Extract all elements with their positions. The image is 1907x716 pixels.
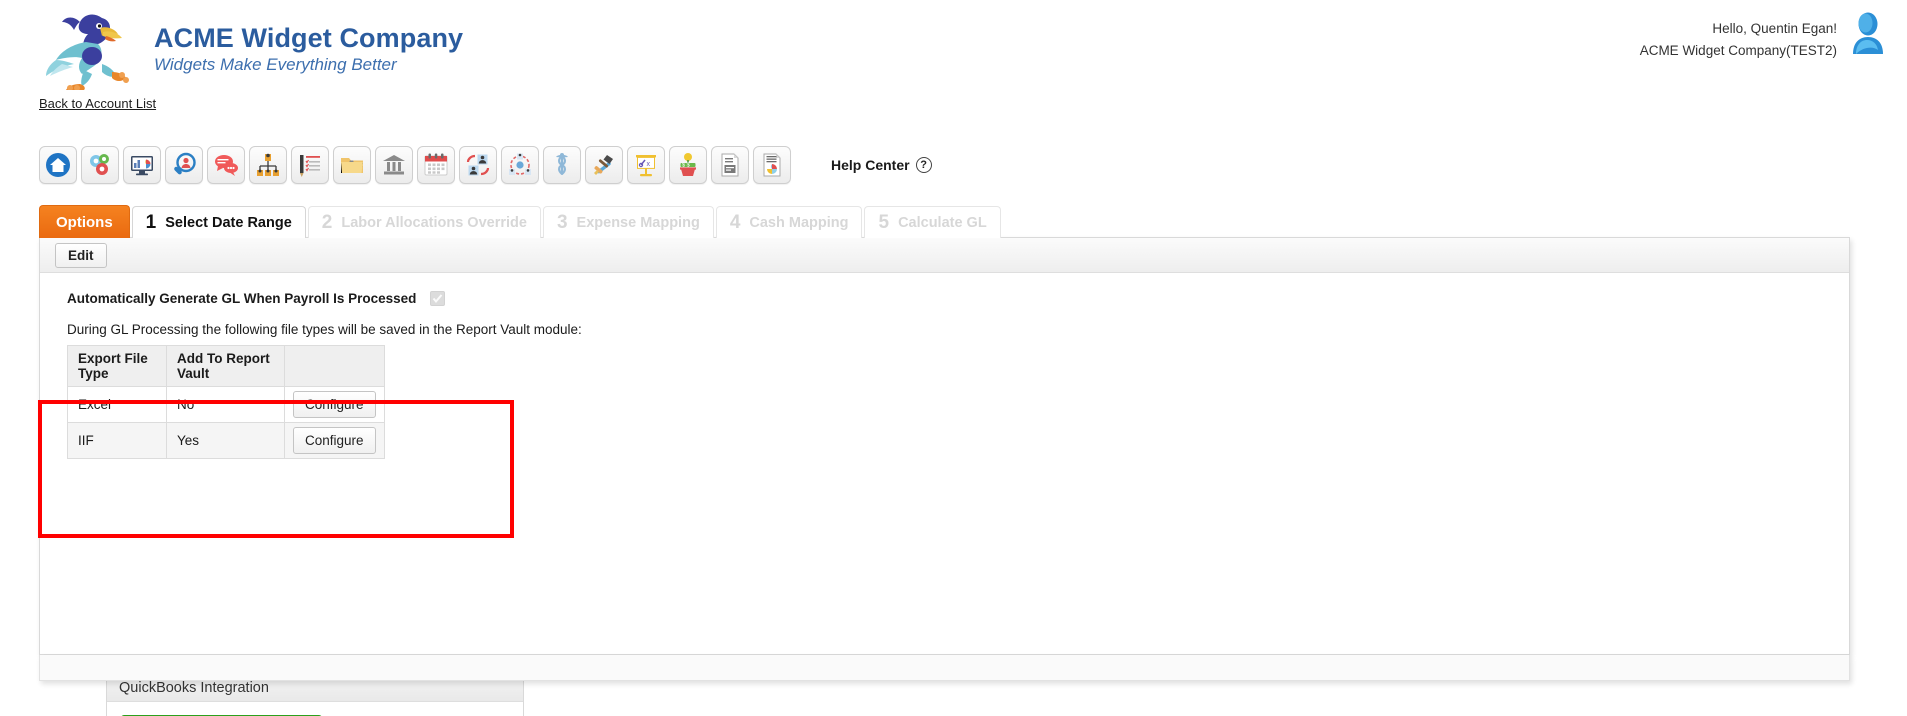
tab-step-2-number: 2 <box>321 211 333 233</box>
company-setup-gears-icon[interactable] <box>81 146 119 184</box>
column-header-export-file-type: Export File Type <box>67 345 167 387</box>
cell-action: Configure <box>284 386 385 423</box>
brand-text: ACME Widget Company Widgets Make Everyth… <box>154 22 463 76</box>
tab-step-2-label: Labor Allocations Override <box>341 214 527 231</box>
messages-chat-icon[interactable] <box>207 146 245 184</box>
svg-text:x: x <box>647 161 651 168</box>
cell-add-to-vault: No <box>166 386 285 423</box>
team-network-icon[interactable] <box>501 146 539 184</box>
tab-step-4-label: Cash Mapping <box>749 214 849 231</box>
tab-step-2: 2 Labor Allocations Override <box>307 206 541 238</box>
configure-excel-button[interactable]: Configure <box>293 391 376 418</box>
tab-step-5: 5 Calculate GL <box>864 206 1001 238</box>
help-center-label: Help Center <box>831 157 910 173</box>
tab-step-1-label: Select Date Range <box>165 214 292 231</box>
table-row: Excel No Configure <box>67 386 385 423</box>
cell-file-type: Excel <box>67 386 167 423</box>
tab-step-1[interactable]: 1 Select Date Range <box>131 206 306 238</box>
employee-search-icon[interactable] <box>165 146 203 184</box>
options-panel: Edit Automatically Generate GL When Payr… <box>39 237 1850 716</box>
presentation-board-icon[interactable]: x <box>627 146 665 184</box>
panel-footer-strip <box>39 655 1850 681</box>
cell-add-to-vault: Yes <box>166 422 285 459</box>
tab-options-label: Options <box>56 213 113 231</box>
user-avatar-icon[interactable] <box>1849 12 1887 54</box>
benefits-caduceus-icon[interactable] <box>543 146 581 184</box>
table-header-row: Export File Type Add To Report Vault <box>67 345 385 387</box>
tab-step-1-number: 1 <box>145 211 157 233</box>
bank-icon[interactable] <box>375 146 413 184</box>
money-plant-icon[interactable]: $ $ <box>669 146 707 184</box>
wizard-tabs: Options 1 Select Date Range 2 Labor Allo… <box>39 205 1003 238</box>
tab-options[interactable]: Options <box>39 205 130 238</box>
column-header-add-to-report-vault: Add To Report Vault <box>166 345 285 387</box>
table-row: IIF Yes Configure <box>67 422 385 459</box>
company-title: ACME Widget Company <box>154 23 464 53</box>
auto-generate-gl-checkbox <box>430 291 446 306</box>
tools-hammer-icon[interactable] <box>585 146 623 184</box>
brand-logo: ACME Widget Company Widgets Make Everyth… <box>40 8 463 90</box>
user-info: Hello, Quentin Egan! ACME Widget Company… <box>1640 12 1887 62</box>
question-mark-icon[interactable]: ? <box>915 157 932 173</box>
document-report-icon[interactable] <box>711 146 749 184</box>
tab-step-5-number: 5 <box>878 211 890 233</box>
tab-step-3: 3 Expense Mapping <box>542 206 714 238</box>
org-chart-icon[interactable] <box>249 146 287 184</box>
cell-file-type: IIF <box>67 422 167 459</box>
tab-step-4: 4 Cash Mapping <box>715 206 863 238</box>
roadrunner-bird-logo <box>46 14 129 90</box>
page-header: ACME Widget Company Widgets Make Everyth… <box>0 0 1907 112</box>
panel-body: Automatically Generate GL When Payroll I… <box>40 273 1849 716</box>
home-icon[interactable] <box>39 146 77 184</box>
analytics-report-icon[interactable] <box>753 146 791 184</box>
help-center[interactable]: Help Center ? <box>831 157 932 173</box>
calendar-icon[interactable] <box>417 146 455 184</box>
back-to-account-list-link[interactable]: Back to Account List <box>39 96 156 111</box>
export-file-types-table: Export File Type Add To Report Vault Exc… <box>67 345 385 459</box>
account-name-text: ACME Widget Company(TEST2) <box>1639 43 1837 58</box>
auto-generate-gl-label: Automatically Generate GL When Payroll I… <box>67 291 417 306</box>
module-toolbar: x $ $ Help Center ? <box>39 146 932 184</box>
configure-iif-button[interactable]: Configure <box>293 427 376 454</box>
tab-step-5-label: Calculate GL <box>898 214 987 231</box>
panel-toolbar: Edit <box>40 238 1849 273</box>
checklist-pen-icon[interactable] <box>291 146 329 184</box>
gl-processing-note: During GL Processing the following file … <box>67 322 582 337</box>
tab-step-4-number: 4 <box>729 211 741 233</box>
employee-exchange-icon[interactable] <box>459 146 497 184</box>
folder-briefcase-icon[interactable] <box>333 146 371 184</box>
tab-step-3-number: 3 <box>556 211 568 233</box>
app-page: ACME Widget Company Widgets Make Everyth… <box>0 0 1907 716</box>
column-header-actions <box>284 345 385 387</box>
tab-step-3-label: Expense Mapping <box>576 214 700 231</box>
company-tagline: Widgets Make Everything Better <box>154 55 397 74</box>
edit-button[interactable]: Edit <box>55 242 107 268</box>
cell-action: Configure <box>284 422 385 459</box>
greeting-text: Hello, Quentin Egan! <box>1712 21 1837 36</box>
dashboard-chart-monitor-icon[interactable] <box>123 146 161 184</box>
auto-generate-gl-row: Automatically Generate GL When Payroll I… <box>67 291 1849 306</box>
